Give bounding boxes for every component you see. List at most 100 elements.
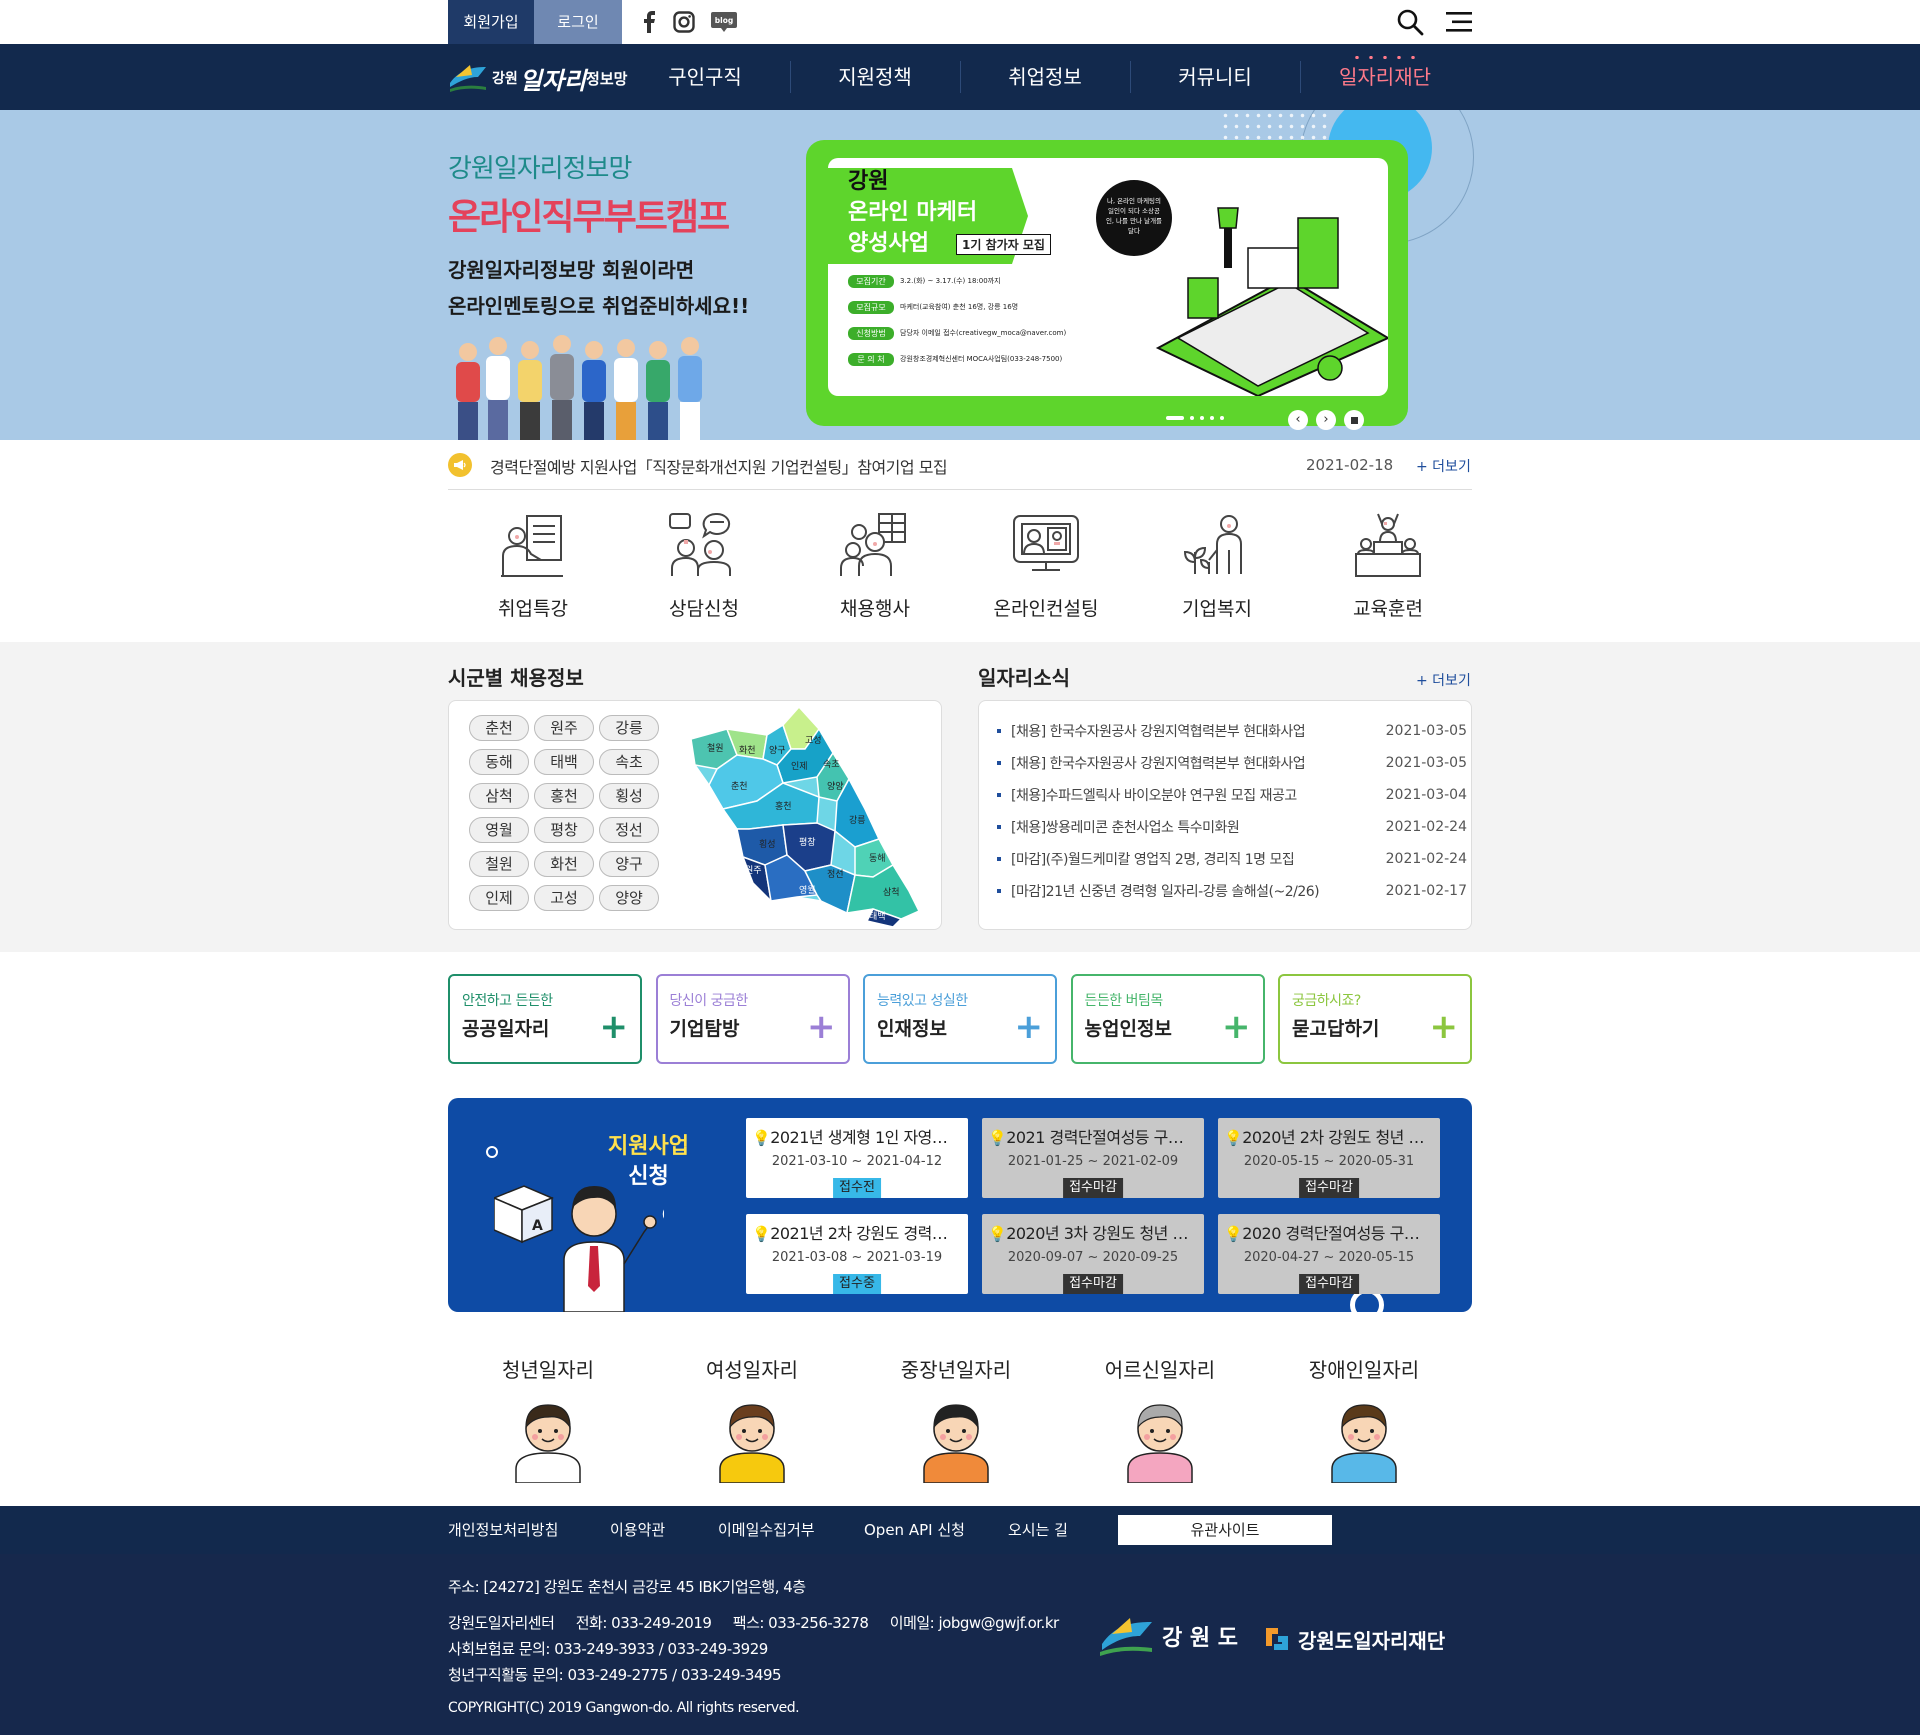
site-logo[interactable]: 강원 일자리 정보망 <box>448 60 627 96</box>
news-more-link[interactable]: + 더보기 <box>1416 670 1471 690</box>
city-button[interactable]: 태백 <box>534 749 594 775</box>
category-card[interactable]: 든든한 버팀목 농업인정보 + <box>1070 974 1265 1064</box>
news-item[interactable]: [채용] 한국수자원공사 강원지역협력본부 현대화사업 2021-03-05 <box>997 715 1467 747</box>
news-item[interactable]: [채용]수파드엘릭사 바이오분야 연구원 모집 재공고 2021-03-04 <box>997 779 1467 811</box>
footer-link-email-refusal[interactable]: 이메일수집거부 <box>718 1506 815 1554</box>
menu-support-policy[interactable]: 지원정책 <box>790 44 960 110</box>
gangwon-logo[interactable]: 강 원 도 <box>1098 1616 1238 1656</box>
support-card-title-text: 2021 경력단절여성등 구직활동 <box>1006 1128 1198 1147</box>
city-button[interactable]: 속초 <box>599 749 659 775</box>
city-button[interactable]: 원주 <box>534 715 594 741</box>
city-button[interactable]: 동해 <box>469 749 529 775</box>
city-button[interactable]: 화천 <box>534 851 594 877</box>
city-button[interactable]: 강릉 <box>599 715 659 741</box>
quick-menu-online-consulting[interactable]: 온라인컨설팅 <box>986 510 1106 621</box>
pager-dot[interactable] <box>1200 416 1204 420</box>
related-sites-select[interactable]: 유관사이트 <box>1118 1515 1332 1545</box>
quick-menu-label: 기업복지 <box>1182 598 1252 620</box>
map-label: 홍천 <box>775 800 792 812</box>
search-icon[interactable] <box>1396 8 1424 36</box>
hero-banner[interactable]: 강원 온라인 마케터 양성사업 1기 참가자 모집 모집기간 3.2.(화) ~ … <box>806 140 1408 426</box>
news-item[interactable]: [채용]쌍용레미콘 춘천사업소 특수미화원 2021-02-24 <box>997 811 1467 843</box>
target-job-label: 청년일자리 <box>502 1358 594 1382</box>
quick-menu-welfare[interactable]: 기업복지 <box>1157 510 1277 621</box>
support-card[interactable]: 💡2020년 2차 강원도 청년 구직활동 2020-05-15 ~ 2020-0… <box>1218 1118 1440 1198</box>
news-item[interactable]: [마감](주)월드케미칼 영업직 2명, 경리직 1명 모집 2021-02-24 <box>997 843 1467 875</box>
support-card[interactable]: 💡2021 경력단절여성등 구직활동 2021-01-25 ~ 2021-02-0… <box>982 1118 1204 1198</box>
footer-link-privacy[interactable]: 개인정보처리방침 <box>448 1506 558 1554</box>
target-job-link[interactable]: 장애인일자리 <box>1289 1354 1439 1487</box>
support-card-status: 접수전 <box>833 1178 881 1198</box>
support-card[interactable]: 💡2021년 2차 강원도 경력단절여성 2021-03-08 ~ 2021-03… <box>746 1214 968 1294</box>
pager-dot[interactable] <box>1210 416 1214 420</box>
footer-address: 주소: [24272] 강원도 춘천시 금강로 45 IBK기업은행, 4층 <box>448 1578 806 1596</box>
quick-menu-hiring-event[interactable]: 채용행사 <box>815 510 935 621</box>
category-card[interactable]: 당신이 궁금한 기업탐방 + <box>655 974 850 1064</box>
quick-menu-training[interactable]: 교육훈련 <box>1328 510 1448 621</box>
menu-foundation[interactable]: 일자리재단 <box>1300 44 1470 110</box>
banner-pager <box>1166 416 1224 420</box>
blog-icon[interactable]: blog <box>710 10 738 34</box>
city-button[interactable]: 인제 <box>469 885 529 911</box>
banner-prev-icon[interactable]: ‹ <box>1288 410 1308 430</box>
instagram-icon[interactable] <box>672 10 696 34</box>
pager-dot[interactable] <box>1190 416 1194 420</box>
foundation-logo-text: 강원도일자리재단 <box>1298 1628 1446 1653</box>
menu-job-search[interactable]: 구인구직 <box>620 44 790 110</box>
banner-info-value: 담당자 이메일 접수(creativegw_moca@naver.com) <box>900 329 1067 337</box>
support-card-title: 💡2020년 2차 강원도 청년 구직활동 <box>1224 1124 1434 1148</box>
target-job-link[interactable]: 여성일자리 <box>677 1354 827 1487</box>
menu-job-info[interactable]: 취업정보 <box>960 44 1130 110</box>
footer-link-terms[interactable]: 이용약관 <box>610 1506 665 1554</box>
category-card[interactable]: 궁금하시죠? 묻고답하기 + <box>1278 974 1472 1064</box>
support-card-title: 💡2020 경력단절여성등 구직활동 <box>1224 1220 1434 1244</box>
support-card[interactable]: 💡2020 경력단절여성등 구직활동 2020-04-27 ~ 2020-05-1… <box>1218 1214 1440 1294</box>
support-card-status: 접수마감 <box>1063 1178 1123 1198</box>
category-subtitle: 안전하고 든든한 <box>462 993 553 1009</box>
footer-link-directions[interactable]: 오시는 길 <box>1008 1506 1068 1554</box>
support-card[interactable]: 💡2020년 3차 강원도 청년 구직활동 2020-09-07 ~ 2020-0… <box>982 1214 1204 1294</box>
category-title: 공공일자리 <box>462 1018 550 1040</box>
utility-bar: 회원가입 로그인 blog <box>0 0 1920 44</box>
join-button[interactable]: 회원가입 <box>448 0 534 44</box>
notice-text[interactable]: 경력단절예방 지원사업「직장문화개선지원 기업컨설팅」참여기업 모집 <box>490 454 948 478</box>
category-card[interactable]: 안전하고 든든한 공공일자리 + <box>448 974 642 1064</box>
pager-dot[interactable] <box>1220 416 1224 420</box>
login-button[interactable]: 로그인 <box>534 0 622 44</box>
city-button[interactable]: 고성 <box>534 885 594 911</box>
city-button[interactable]: 횡성 <box>599 783 659 809</box>
city-button[interactable]: 영월 <box>469 817 529 843</box>
news-item[interactable]: [마감]21년 신중년 경력형 일자리-강릉 솔해설(~2/26) 2021-02… <box>997 875 1467 907</box>
support-card-status: 접수마감 <box>1299 1274 1359 1294</box>
notice-more-link[interactable]: + 더보기 <box>1416 456 1471 476</box>
banner-pause-icon[interactable] <box>1344 410 1364 430</box>
quick-menu-lecture[interactable]: 취업특강 <box>473 510 593 621</box>
city-button[interactable]: 홍천 <box>534 783 594 809</box>
hero-desc-line2: 온라인멘토링으로 취업준비하세요!! <box>448 294 750 318</box>
target-job-link[interactable]: 중장년일자리 <box>881 1354 1031 1487</box>
online-consulting-icon <box>1013 515 1079 571</box>
pager-dot-active[interactable] <box>1166 416 1184 420</box>
support-card[interactable]: 💡2021년 생계형 1인 자영업자 지원 2021-03-10 ~ 2021-0… <box>746 1118 968 1198</box>
footer-link-open-api[interactable]: Open API 신청 <box>864 1506 965 1554</box>
city-button[interactable]: 철원 <box>469 851 529 877</box>
city-button[interactable]: 양구 <box>599 851 659 877</box>
menu-community[interactable]: 커뮤니티 <box>1130 44 1300 110</box>
category-card[interactable]: 능력있고 성실한 인재정보 + <box>863 974 1057 1064</box>
quick-menu-counsel[interactable]: 상담신청 <box>644 510 764 621</box>
map-label: 고성 <box>805 735 822 746</box>
facebook-icon[interactable] <box>638 10 662 34</box>
banner-info-key: 모집규모 <box>848 300 894 314</box>
quick-menu-label: 취업특강 <box>498 598 568 620</box>
city-button[interactable]: 평창 <box>534 817 594 843</box>
banner-next-icon[interactable]: › <box>1316 410 1336 430</box>
city-button[interactable]: 정선 <box>599 817 659 843</box>
news-item[interactable]: [채용] 한국수자원공사 강원지역협력본부 현대화사업 2021-03-05 <box>997 747 1467 779</box>
target-job-link[interactable]: 어르신일자리 <box>1085 1354 1235 1487</box>
city-button[interactable]: 양양 <box>599 885 659 911</box>
hamburger-menu-icon[interactable] <box>1446 10 1472 34</box>
foundation-logo[interactable]: 강원도일자리재단 <box>1262 1624 1445 1654</box>
city-button[interactable]: 삼척 <box>469 783 529 809</box>
city-button[interactable]: 춘천 <box>469 715 529 741</box>
target-job-link[interactable]: 청년일자리 <box>473 1354 623 1487</box>
